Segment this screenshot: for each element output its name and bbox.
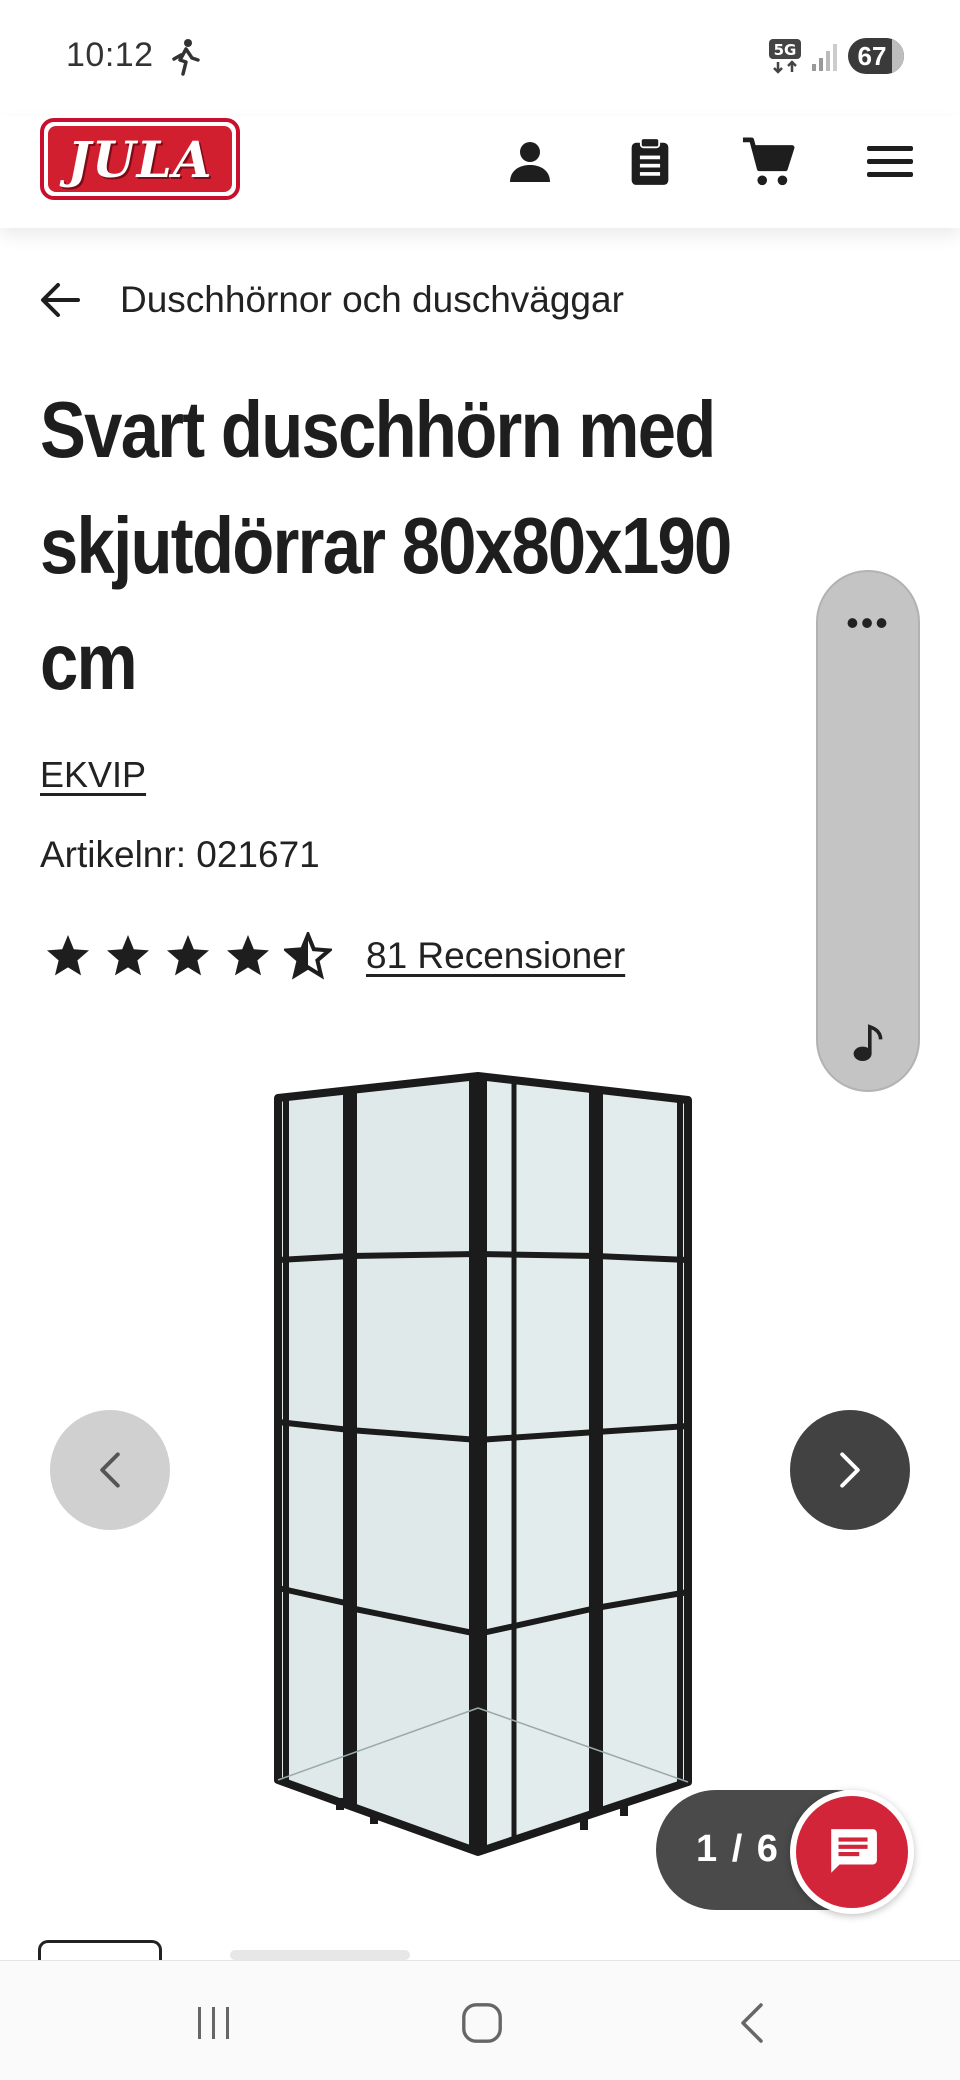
logo-text: JULA bbox=[67, 129, 213, 189]
site-header: JULA bbox=[0, 116, 960, 228]
star-full-icon bbox=[167, 935, 209, 976]
product-title: Svart duschhörn med skjutdörrar 80x80x19… bbox=[40, 385, 732, 706]
chat-icon bbox=[831, 1829, 877, 1873]
star-full-icon bbox=[47, 935, 89, 976]
system-nav-bar bbox=[0, 1960, 960, 2080]
recent-apps-icon[interactable] bbox=[184, 1999, 244, 2047]
chevron-left-icon bbox=[100, 1452, 120, 1488]
svg-text:5G: 5G bbox=[774, 41, 797, 59]
home-icon[interactable] bbox=[452, 1999, 512, 2047]
battery-icon: 67 bbox=[848, 38, 904, 74]
breadcrumb-label[interactable]: Duschhörnor och duschväggar bbox=[120, 279, 624, 321]
brand-link[interactable]: EKVIP bbox=[40, 754, 146, 796]
more-icon[interactable]: ••• bbox=[818, 602, 918, 644]
floating-side-panel[interactable]: ••• bbox=[816, 570, 920, 1092]
jula-logo[interactable]: JULA bbox=[40, 118, 240, 200]
5g-icon: 5G bbox=[768, 38, 802, 74]
article-number: Artikelnr: 021671 bbox=[40, 834, 320, 875]
star-full-icon bbox=[227, 935, 269, 976]
signal-icon bbox=[810, 42, 840, 72]
product-image[interactable] bbox=[260, 1060, 700, 1880]
reviews-link[interactable]: 81 Recensioner bbox=[366, 935, 625, 977]
gallery-counter-text: 1 / 6 bbox=[696, 1828, 780, 1870]
battery-level: 67 bbox=[857, 41, 887, 71]
cart-icon[interactable] bbox=[736, 130, 800, 194]
menu-icon[interactable] bbox=[858, 130, 922, 194]
back-icon[interactable] bbox=[722, 1999, 782, 2047]
walking-icon bbox=[168, 38, 202, 76]
star-half-icon bbox=[284, 932, 332, 980]
chat-button[interactable] bbox=[790, 1790, 914, 1914]
breadcrumb[interactable]: Duschhörnor och duschväggar bbox=[40, 270, 624, 330]
star-full-icon bbox=[107, 935, 149, 976]
gallery-prev-button[interactable] bbox=[50, 1410, 170, 1530]
thumbnail-row-hint bbox=[230, 1950, 410, 1960]
status-bar: 10:12 5G 67 bbox=[0, 0, 960, 116]
gallery-next-button[interactable] bbox=[790, 1410, 910, 1530]
account-icon[interactable] bbox=[498, 130, 562, 194]
rating[interactable]: 81 Recensioner bbox=[44, 932, 625, 980]
status-time: 10:12 bbox=[66, 36, 154, 74]
back-arrow-icon[interactable] bbox=[40, 270, 100, 330]
music-note-icon[interactable] bbox=[818, 1023, 918, 1068]
chevron-right-icon bbox=[840, 1452, 860, 1488]
clipboard-icon[interactable] bbox=[618, 130, 682, 194]
gallery-thumbnail[interactable] bbox=[38, 1940, 162, 1960]
